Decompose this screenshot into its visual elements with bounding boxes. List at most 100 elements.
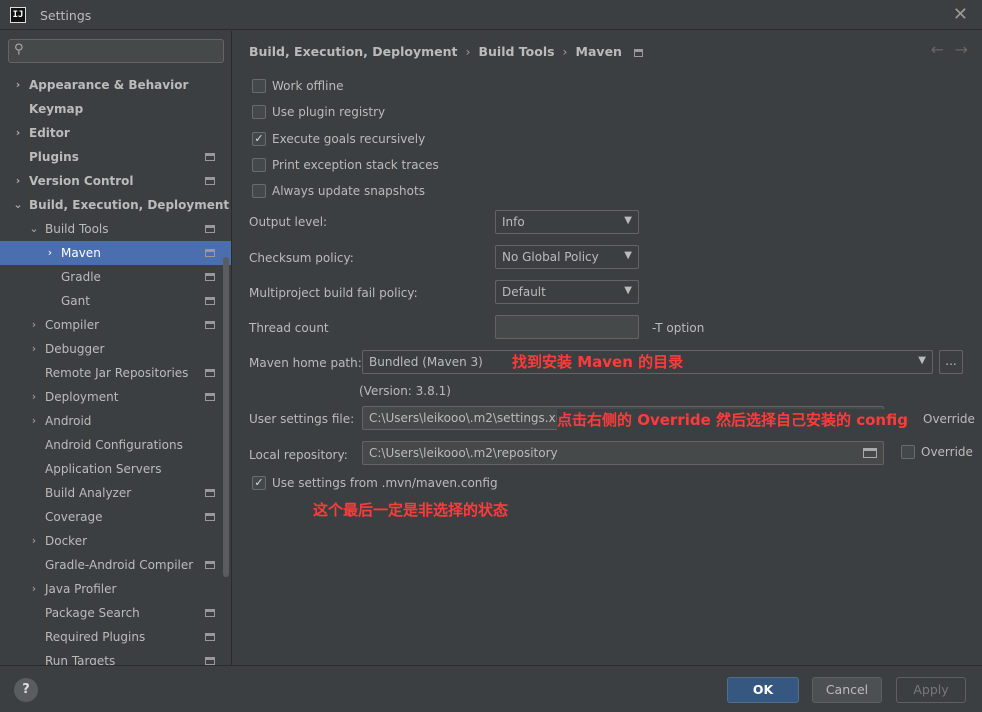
execute-recursively-label: Execute goals recursively (272, 132, 426, 146)
chevron-down-icon[interactable]: ⌄ (28, 217, 40, 241)
sidebar-item-gradle[interactable]: Gradle (0, 265, 231, 289)
project-scope-icon (205, 489, 215, 497)
sidebar-item-label: Coverage (45, 510, 103, 524)
sidebar-item-label: Required Plugins (45, 630, 146, 644)
sidebar-item-android[interactable]: › Android (0, 409, 231, 433)
sidebar-item-java-profiler[interactable]: › Java Profiler (0, 577, 231, 601)
breadcrumb-build-tools[interactable]: Build Tools (478, 44, 554, 59)
thread-count-input[interactable] (495, 315, 639, 339)
checksum-policy-value: No Global Policy (502, 250, 599, 264)
chevron-right-icon[interactable]: › (12, 73, 24, 97)
chevron-right-icon[interactable]: › (28, 577, 40, 601)
title-bar: IJ Settings ✕ (0, 0, 982, 30)
settings-tree: › Appearance & Behavior Keymap › Editor Plugi… (0, 73, 231, 665)
fail-policy-dropdown[interactable]: Default ▼ (495, 280, 639, 304)
local-repository-override-checkbox[interactable] (901, 445, 915, 459)
plugin-registry-checkbox[interactable] (252, 105, 266, 119)
dropdown-arrow-icon: ▼ (624, 250, 632, 261)
close-icon[interactable]: ✕ (953, 4, 968, 25)
local-repository-input[interactable]: C:\Users\leikooo\.m2\repository (362, 441, 884, 465)
chevron-right-icon[interactable]: › (44, 241, 56, 265)
sidebar-item-compiler[interactable]: › Compiler (0, 313, 231, 337)
sidebar-item-version-control[interactable]: › Version Control (0, 169, 231, 193)
use-mvn-config-checkbox[interactable]: ✓ (252, 476, 266, 490)
work-offline-checkbox[interactable] (252, 79, 266, 93)
update-snapshots-checkbox[interactable] (252, 184, 266, 198)
sidebar-item-required-plugins[interactable]: Required Plugins (0, 625, 231, 649)
thread-count-label: Thread count (249, 321, 329, 335)
project-scope-icon (205, 321, 215, 329)
sidebar-item-label: Debugger (45, 342, 105, 356)
chevron-down-icon[interactable]: ⌄ (12, 193, 24, 217)
project-scope-icon (205, 609, 215, 617)
sidebar-item-gant[interactable]: Gant (0, 289, 231, 313)
sidebar-item-label: Run Targets (45, 654, 116, 665)
cancel-button[interactable]: Cancel (812, 677, 882, 703)
sidebar-item-gradle-android-compiler[interactable]: Gradle-Android Compiler (0, 553, 231, 577)
chevron-right-icon[interactable]: › (28, 337, 40, 361)
project-scope-icon (205, 273, 215, 281)
sidebar-item-build-tools[interactable]: ⌄ Build Tools (0, 217, 231, 241)
chevron-right-icon[interactable]: › (28, 529, 40, 553)
user-settings-annotation: 点击右侧的 Override 然后选择自己安装的 config (557, 409, 910, 430)
sidebar-item-keymap[interactable]: Keymap (0, 97, 231, 121)
help-button[interactable]: ? (14, 678, 38, 702)
sidebar-item-label: Gant (61, 294, 90, 308)
sidebar-scrollbar[interactable] (223, 257, 229, 577)
sidebar-item-debugger[interactable]: › Debugger (0, 337, 231, 361)
sidebar-item-plugins[interactable]: Plugins (0, 145, 231, 169)
chevron-right-icon[interactable]: › (12, 169, 24, 193)
chevron-right-icon[interactable]: › (12, 121, 24, 145)
back-arrow-icon[interactable]: ← (931, 40, 944, 59)
sidebar-item-maven[interactable]: › Maven (0, 241, 231, 265)
chevron-right-icon[interactable]: › (28, 409, 40, 433)
sidebar-item-label: Editor (29, 126, 70, 140)
settings-search[interactable]: ⚲ (8, 39, 224, 63)
maven-version-text: (Version: 3.8.1) (359, 384, 451, 398)
maven-settings-panel: Build, Execution, Deployment › Build Tools… (233, 31, 982, 665)
sidebar-item-label: Gradle (61, 270, 101, 284)
use-mvn-config-label: Use settings from .mvn/maven.config (272, 476, 498, 490)
sidebar-item-docker[interactable]: › Docker (0, 529, 231, 553)
settings-sidebar: ⚲ › Appearance & Behavior Keymap › Editor Plu… (0, 31, 232, 665)
maven-home-label: Maven home path: (249, 356, 362, 370)
intellij-logo-icon: IJ (10, 7, 26, 23)
user-settings-override-label[interactable]: Override (923, 412, 975, 426)
sidebar-item-build-analyzer[interactable]: Build Analyzer (0, 481, 231, 505)
search-input[interactable] (31, 42, 219, 60)
checksum-policy-dropdown[interactable]: No Global Policy ▼ (495, 245, 639, 269)
apply-button[interactable]: Apply (896, 677, 966, 703)
user-settings-value: C:\Users\leikooo\.m2\settings.xml (369, 411, 571, 425)
forward-arrow-icon[interactable]: → (955, 40, 968, 59)
sidebar-item-application-servers[interactable]: Application Servers (0, 457, 231, 481)
ok-button[interactable]: OK (727, 677, 799, 703)
sidebar-item-run-targets[interactable]: Run Targets (0, 649, 231, 665)
chevron-right-icon[interactable]: › (28, 385, 40, 409)
dropdown-arrow-icon: ▼ (624, 285, 632, 296)
browse-maven-home-button[interactable]: ... (939, 350, 963, 374)
print-stack-checkbox[interactable] (252, 158, 266, 172)
sidebar-item-label: Application Servers (45, 462, 162, 476)
output-level-dropdown[interactable]: Info ▼ (495, 210, 639, 234)
project-scope-icon (205, 249, 215, 257)
breadcrumb-build-execution[interactable]: Build, Execution, Deployment (249, 44, 457, 59)
sidebar-item-label: Package Search (45, 606, 140, 620)
sidebar-item-editor[interactable]: › Editor (0, 121, 231, 145)
sidebar-item-coverage[interactable]: Coverage (0, 505, 231, 529)
checksum-policy-label: Checksum policy: (249, 251, 354, 265)
sidebar-item-android-configurations[interactable]: Android Configurations (0, 433, 231, 457)
execute-recursively-checkbox[interactable]: ✓ (252, 132, 266, 146)
project-scope-icon (205, 561, 215, 569)
sidebar-item-label: Keymap (29, 102, 84, 116)
sidebar-item-package-search[interactable]: Package Search (0, 601, 231, 625)
sidebar-item-remote-jar-repositories[interactable]: Remote Jar Repositories (0, 361, 231, 385)
chevron-right-icon[interactable]: › (28, 313, 40, 337)
output-level-label: Output level: (249, 215, 328, 229)
project-scope-icon (633, 48, 643, 57)
sidebar-item-label: Gradle-Android Compiler (45, 558, 194, 572)
folder-icon[interactable] (863, 448, 877, 458)
sidebar-item-appearance-behavior[interactable]: › Appearance & Behavior (0, 73, 231, 97)
breadcrumb-separator: › (465, 44, 471, 59)
sidebar-item-build-execution-deployment[interactable]: ⌄ Build, Execution, Deployment (0, 193, 231, 217)
sidebar-item-deployment[interactable]: › Deployment (0, 385, 231, 409)
